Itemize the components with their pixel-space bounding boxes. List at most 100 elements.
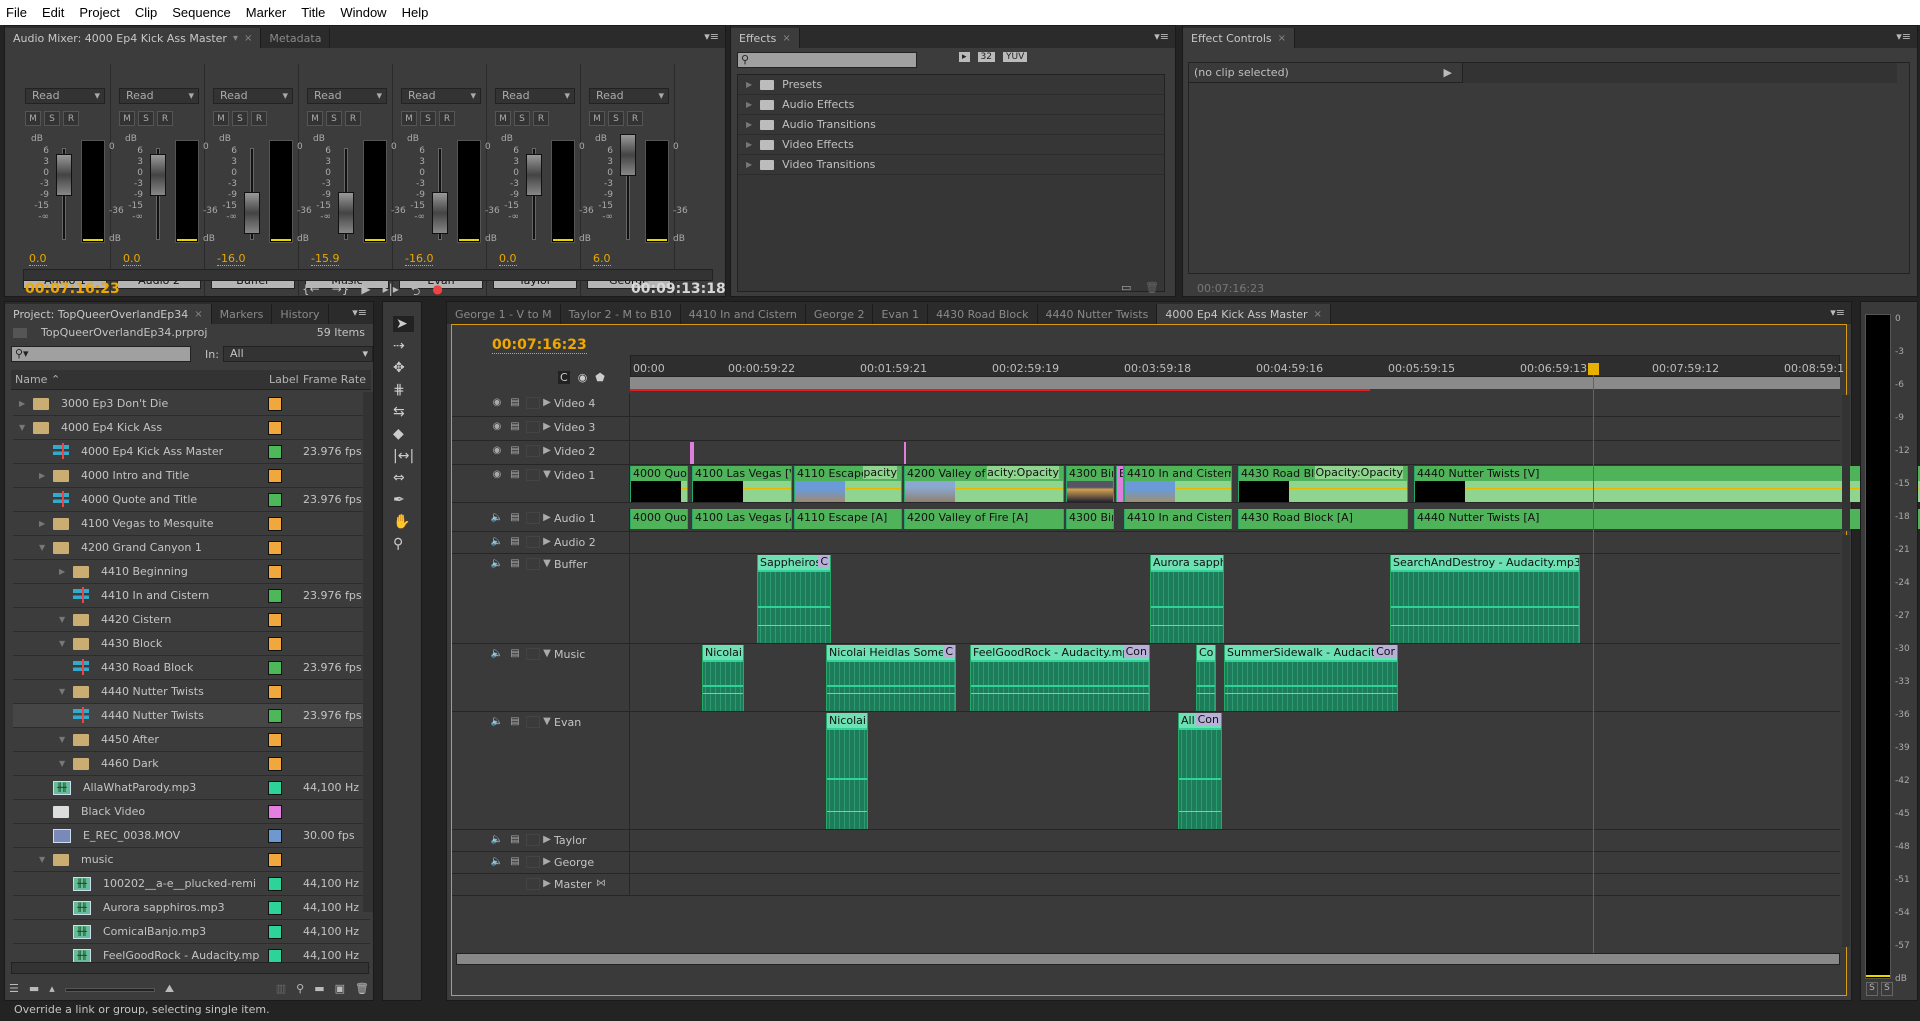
- expand-toggle-icon[interactable]: ▼: [39, 855, 53, 864]
- volume-fader[interactable]: [244, 192, 260, 234]
- expand-track-icon[interactable]: ▶: [540, 834, 554, 846]
- zoom-out-icon[interactable]: ▴: [49, 982, 55, 998]
- speaker-icon[interactable]: 🔈: [490, 856, 504, 868]
- volume-value[interactable]: 0.0: [29, 252, 47, 266]
- effects-search-input[interactable]: ⚲: [737, 52, 917, 68]
- effect-controls-timecode[interactable]: 00:07:16:23: [1197, 282, 1264, 295]
- volume-line[interactable]: [1391, 625, 1579, 626]
- tab-sequence[interactable]: 4430 Road Block: [928, 304, 1038, 324]
- expand-track-icon[interactable]: ▼: [540, 648, 554, 660]
- solo-button[interactable]: S: [608, 111, 624, 126]
- automate-sequence-icon[interactable]: ▥: [276, 982, 286, 998]
- menu-project[interactable]: Project: [77, 5, 121, 20]
- solo-button[interactable]: S: [232, 111, 248, 126]
- label-swatch[interactable]: [268, 781, 282, 795]
- expand-toggle-icon[interactable]: ▼: [59, 759, 73, 768]
- zoom-in-icon[interactable]: ⛰: [165, 982, 174, 998]
- delete-icon[interactable]: 🗑: [1145, 281, 1159, 294]
- audio-clip[interactable]: 4410 In and Cistern [A]: [1124, 509, 1232, 529]
- sync-lock-icon[interactable]: ▤: [508, 558, 522, 570]
- sync-lock-icon[interactable]: ▤: [508, 445, 522, 457]
- video-clip[interactable]: 4000 Quote a: [630, 466, 688, 502]
- audio-clip[interactable]: 4300 Birth: [1066, 509, 1114, 529]
- project-item[interactable]: ▼ 4440 Nutter Twists: [13, 680, 370, 704]
- track-select-tool-icon[interactable]: ⇢: [393, 338, 414, 354]
- label-swatch[interactable]: [268, 805, 282, 819]
- menu-file[interactable]: File: [4, 5, 29, 20]
- expand-toggle-icon[interactable]: ▶: [39, 519, 53, 528]
- solo-button[interactable]: S: [326, 111, 342, 126]
- project-item[interactable]: ▶ 3000 Ep3 Don't Die: [13, 392, 370, 416]
- video-clip[interactable]: 4200 Valley of Fire [V] acity:Opacity: [904, 466, 1064, 502]
- expand-track-icon[interactable]: ▶: [540, 421, 554, 433]
- sync-lock-icon[interactable]: ▤: [508, 856, 522, 868]
- track-lock-toggle[interactable]: [526, 878, 540, 890]
- project-item[interactable]: Black Video: [13, 800, 370, 824]
- audio-clip[interactable]: SummerSidewalk - Audacity.r Cor: [1224, 645, 1398, 711]
- slide-tool-icon[interactable]: ⇔: [393, 470, 414, 486]
- label-swatch[interactable]: [268, 517, 282, 531]
- opacity-label[interactable]: Opacity:Opacity: [1315, 466, 1403, 479]
- record-enable-button[interactable]: R: [533, 111, 549, 126]
- tab-effects[interactable]: Effects ×: [731, 28, 800, 48]
- col-name[interactable]: Name ⌃: [15, 373, 60, 386]
- expand-toggle-icon[interactable]: ▶: [59, 567, 73, 576]
- mixer-scrollbar[interactable]: [23, 269, 713, 281]
- accelerated-effects-icon[interactable]: ▸: [959, 52, 970, 62]
- go-to-out-icon[interactable]: →}: [332, 282, 350, 303]
- dropdown-icon[interactable]: ▾: [233, 33, 238, 44]
- tab-sequence[interactable]: George 2: [806, 304, 874, 324]
- sync-lock-icon[interactable]: ▤: [508, 536, 522, 548]
- volume-fader[interactable]: [338, 192, 354, 234]
- close-icon[interactable]: ×: [244, 33, 252, 44]
- record-enable-button[interactable]: R: [439, 111, 455, 126]
- label-swatch[interactable]: [268, 565, 282, 579]
- audio-clip[interactable]: 4000 Quote a: [630, 509, 688, 529]
- mute-button[interactable]: M: [25, 111, 41, 126]
- timeline-vscrollbar-audio[interactable]: [1842, 535, 1850, 947]
- mute-button[interactable]: M: [495, 111, 511, 126]
- volume-value[interactable]: 0.0: [499, 252, 517, 266]
- audio-clip[interactable]: FeelGoodRock - Audacity.mp Con: [970, 645, 1150, 711]
- project-item[interactable]: E_REC_0038.MOV 30.00 fps: [13, 824, 370, 848]
- expand-track-icon[interactable]: ▶: [540, 512, 554, 524]
- volume-line[interactable]: [1225, 693, 1397, 694]
- sync-lock-icon[interactable]: ▤: [508, 834, 522, 846]
- 32bit-effects-icon[interactable]: 32: [977, 52, 995, 62]
- audio-clip[interactable]: 4100 Las Vegas [A]: [692, 509, 792, 529]
- find-icon[interactable]: ⚲: [296, 982, 304, 998]
- label-swatch[interactable]: [268, 613, 282, 627]
- automation-mode-select[interactable]: Read: [495, 88, 575, 104]
- expand-toggle-icon[interactable]: ▶: [39, 471, 53, 480]
- loop-icon[interactable]: ⮌: [411, 282, 421, 303]
- speaker-icon[interactable]: 🔈: [490, 834, 504, 846]
- timeline-vscrollbar-video[interactable]: [1842, 395, 1850, 531]
- go-to-in-icon[interactable]: {←: [302, 282, 320, 303]
- project-item[interactable]: ╫╫ ComicalBanjo.mp3 44,100 Hz: [13, 920, 370, 944]
- playhead[interactable]: [1593, 365, 1594, 953]
- project-item[interactable]: 4000 Quote and Title 23.976 fps: [13, 488, 370, 512]
- effects-folder-video-transitions[interactable]: ▶ Video Transitions: [738, 155, 1164, 175]
- automation-mode-select[interactable]: Read: [401, 88, 481, 104]
- tab-history[interactable]: History: [272, 304, 329, 324]
- time-ruler[interactable]: 00:00 00:00:59:22 00:01:59:21 00:02:59:19 00…: [630, 355, 1844, 377]
- record-enable-button[interactable]: R: [345, 111, 361, 126]
- project-item[interactable]: 4410 In and Cistern 23.976 fps: [13, 584, 370, 608]
- track-lock-toggle[interactable]: [526, 716, 540, 728]
- yuv-effects-icon[interactable]: YUV: [1002, 52, 1028, 62]
- project-item[interactable]: ▶ 4000 Intro and Title: [13, 464, 370, 488]
- tab-sequence[interactable]: 4410 In and Cistern: [681, 304, 806, 324]
- volume-value[interactable]: -16.0: [405, 252, 434, 266]
- eye-icon[interactable]: ◉: [490, 469, 504, 481]
- expand-toggle-icon[interactable]: ▼: [59, 615, 73, 624]
- sync-lock-icon[interactable]: ▤: [508, 421, 522, 433]
- volume-fader[interactable]: [150, 154, 166, 196]
- video-clip[interactable]: 4430 Road Block [V] Opacity:Opacity: [1238, 466, 1408, 502]
- expand-toggle-icon[interactable]: ▼: [19, 423, 33, 432]
- video-clip[interactable]: 4110 Escape [V] pacity: [794, 466, 902, 502]
- tab-project[interactable]: Project: TopQueerOverlandEp34 ×: [5, 304, 212, 324]
- sequence-timecode[interactable]: 00:07:16:23: [492, 337, 587, 354]
- volume-value[interactable]: 6.0: [593, 252, 611, 266]
- label-swatch[interactable]: [268, 493, 282, 507]
- speaker-icon[interactable]: 🔈: [490, 558, 504, 570]
